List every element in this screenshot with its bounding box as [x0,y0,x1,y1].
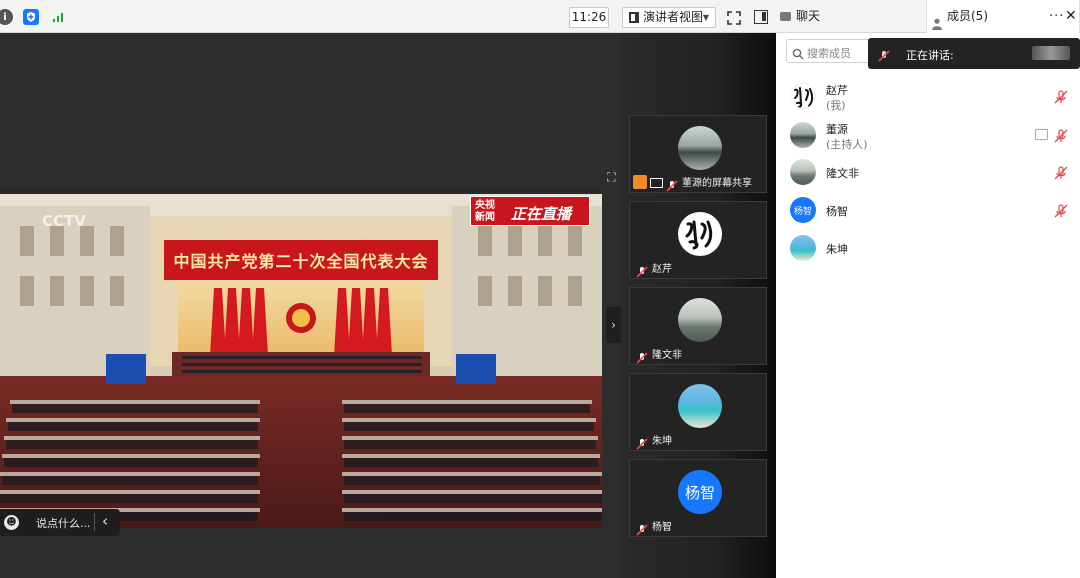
expand-icon[interactable]: ⛶ [602,170,621,187]
member-row[interactable]: 董源 (主持人) [790,118,1070,154]
more-options-icon[interactable]: ··· [1049,0,1064,33]
member-row[interactable]: 杨智 杨智 [790,193,1070,229]
live-badge: 央视新闻 正在直播 [470,196,590,226]
search-placeholder: 搜索成员 [807,47,851,60]
mic-off-icon[interactable] [1054,165,1068,180]
divider [94,513,95,531]
gallery-tile[interactable]: 董源的屏幕共享 [629,115,767,193]
mic-off-icon[interactable] [1054,203,1068,218]
tab-members-label: 成员(5) [947,9,988,23]
fullscreen-icon[interactable] [727,10,741,25]
gallery-tile[interactable]: 朱坤 [629,373,767,451]
collapse-gallery-button[interactable]: › [606,307,621,343]
meeting-window: i 11:26 演讲者视图 ▼ 聊天 成员(5) ··· ✕ 中国共产党第二十次… [0,0,1080,578]
congress-hall-image [0,186,602,528]
live-badge-channel: 央视新闻 [475,200,495,223]
members-panel: 搜索成员 正在讲话: 赵芹 (我) 董源 (主持人) 隆文非 杨智 杨智 朱坤 [776,33,1080,578]
avatar [790,159,816,185]
gallery-tile[interactable]: 隆文非 [629,287,767,365]
avatar [678,298,722,342]
view-mode-label: 演讲者视图 [643,10,704,24]
video-gallery: 董源的屏幕共享 赵芹 隆文非 朱坤 杨智 杨智 [621,33,776,578]
speaking-indicator: 正在讲话: [868,38,1080,69]
live-badge-label: 正在直播 [511,205,572,223]
avatar [678,384,722,428]
mic-off-icon [666,177,678,192]
shield-icon[interactable] [23,9,39,25]
mic-off-icon[interactable] [1054,89,1068,104]
chevron-down-icon: ▼ [702,13,709,22]
gallery-tile-name: 朱坤 [652,436,672,447]
presenter-view-icon [629,12,639,23]
member-search-input[interactable]: 搜索成员 [786,39,870,63]
chat-icon [780,12,791,21]
mic-off-icon [878,47,890,62]
member-name: 朱坤 [826,243,848,256]
tab-chat[interactable]: 聊天 [776,0,926,33]
chevron-right-icon: › [611,318,616,332]
member-name: 赵芹 [826,84,848,97]
member-name: 隆文非 [826,167,859,180]
member-row[interactable]: 朱坤 [790,231,1070,267]
cctv-logo: CCTV [42,212,86,230]
avatar [678,126,722,170]
avatar [678,212,722,256]
member-role: (主持人) [826,138,868,151]
avatar [790,235,816,261]
screen-share-icon [650,178,663,188]
avatar [790,83,816,109]
right-panel-header: 聊天 成员(5) ··· ✕ [776,0,1080,33]
mic-off-icon [636,349,648,364]
chevron-left-icon[interactable]: ‹ [102,512,108,530]
view-mode-dropdown[interactable]: 演讲者视图 ▼ [622,7,716,28]
member-role: (我) [826,99,846,112]
gallery-tile[interactable]: 赵芹 [629,201,767,279]
main-video-stage: 中国共产党第二十次全国代表大会 央视新闻 正在直播 CCTV ⛶ › ☻ 说点什… [0,33,621,578]
emoji-icon[interactable]: ☻ [4,515,19,530]
screen-share-icon [1035,129,1048,140]
member-row[interactable]: 赵芹 (我) [790,79,1070,115]
person-icon [932,10,942,30]
tab-chat-label: 聊天 [796,9,821,23]
avatar: 杨智 [790,197,816,223]
shared-screen-stream: 中国共产党第二十次全国代表大会 央视新闻 正在直播 CCTV [0,186,602,528]
chat-input-bar[interactable]: ☻ 说点什么... ‹ [0,509,120,536]
signal-icon[interactable] [50,9,66,25]
tab-members[interactable]: 成员(5) ··· ✕ [926,0,1080,33]
close-icon[interactable]: ✕ [1065,0,1077,33]
mic-off-icon [636,263,648,278]
mic-off-icon[interactable] [1054,128,1068,143]
gallery-tile-name: 赵芹 [652,264,672,275]
stream-banner: 中国共产党第二十次全国代表大会 [173,252,429,271]
mic-off-icon [636,435,648,450]
member-name: 董源 [826,123,848,136]
meeting-timer: 11:26 [569,7,609,28]
host-icon [633,175,647,189]
mic-off-icon [636,521,648,536]
gallery-tile-name: 董源的屏幕共享 [682,178,752,189]
member-row[interactable]: 隆文非 [790,155,1070,191]
avatar: 杨智 [678,470,722,514]
chat-placeholder[interactable]: 说点什么... [36,515,91,531]
search-icon [792,45,804,60]
speaker-name-blurred [1032,46,1070,60]
gallery-tile-name: 杨智 [652,522,672,533]
gallery-tile[interactable]: 杨智 杨智 [629,459,767,537]
sidebar-toggle-icon[interactable] [754,10,768,24]
top-toolbar: i 11:26 演讲者视图 ▼ [0,0,776,33]
info-icon[interactable]: i [0,9,13,25]
avatar [790,122,816,148]
member-name: 杨智 [826,205,848,218]
gallery-tile-name: 隆文非 [652,350,682,361]
speaking-label: 正在讲话: [906,49,954,62]
